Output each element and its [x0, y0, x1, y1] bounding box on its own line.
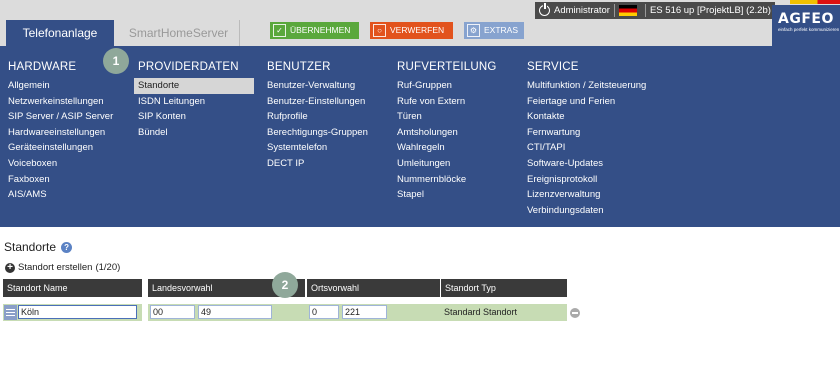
remove-row-icon[interactable] [570, 308, 580, 318]
agfeo-logo: AGFEO einfach perfekt kommunizieren [778, 11, 840, 39]
brand-stripe [790, 0, 840, 4]
discard-circle-icon: ○ [373, 24, 386, 37]
menu-item[interactable]: Bündel [138, 125, 254, 141]
extras-label: EXTRAS [484, 25, 519, 35]
main-menu: HARDWARE Allgemein Netzwerkeinstellungen… [0, 46, 840, 227]
discard-button[interactable]: ○ VERWERFEN [370, 22, 453, 39]
status-divider [613, 4, 615, 17]
top-header: Telefonanlage SmartHomeServer ✓ ÜBERNEHM… [0, 0, 840, 46]
discard-label: VERWERFEN [390, 25, 445, 35]
area-prefix-input[interactable] [309, 305, 339, 319]
menu-item[interactable]: Ruf-Gruppen [397, 78, 497, 94]
status-divider [644, 4, 646, 17]
menu-heading-benutzer: BENUTZER [267, 61, 331, 73]
logo-word: AGFEO [778, 11, 834, 27]
country-code-input[interactable] [198, 305, 272, 319]
menu-item[interactable]: Kontakte [527, 109, 646, 125]
user-name[interactable]: Administrator [554, 2, 610, 19]
menu-item[interactable]: Allgemein [8, 78, 113, 94]
help-icon[interactable]: ? [61, 241, 73, 253]
menu-item[interactable]: Umleitungen [397, 156, 497, 172]
apply-label: ÜBERNEHMEN [290, 25, 351, 35]
add-location-label: Standort erstellen [18, 262, 93, 273]
menu-item[interactable]: DECT IP [267, 156, 368, 172]
logo-claim: einfach perfekt kommunizieren [778, 27, 840, 32]
menu-heading-providerdaten: PROVIDERDATEN [138, 61, 239, 73]
menu-item[interactable]: ISDN Leitungen [138, 94, 254, 110]
german-flag-icon[interactable] [618, 5, 637, 16]
location-count: (1/20) [95, 262, 121, 273]
page-title-text: Standorte [4, 240, 57, 254]
callout-marker-2: 2 [272, 272, 298, 298]
plus-icon: + [5, 262, 15, 273]
country-prefix-input[interactable] [150, 305, 195, 319]
menu-item[interactable]: Software-Updates [527, 156, 646, 172]
menu-item[interactable]: CTI/TAPI [527, 140, 646, 156]
apply-button[interactable]: ✓ ÜBERNEHMEN [270, 22, 359, 39]
menu-item[interactable]: Benutzer-Einstellungen [267, 94, 368, 110]
gear-icon: ⚙ [467, 24, 480, 37]
drag-handle-icon[interactable] [4, 305, 17, 320]
menu-item[interactable]: AIS/AMS [8, 187, 113, 203]
menu-column-providerdaten: PROVIDERDATEN Standorte ISDN Leitungen S… [134, 60, 254, 141]
area-code-input[interactable] [342, 305, 387, 319]
menu-item[interactable]: Faxboxen [8, 172, 113, 188]
tab-telefonanlage[interactable]: Telefonanlage [6, 20, 114, 46]
status-bar: Administrator ES 516 up [ProjektLB] (2.2… [535, 2, 775, 19]
menu-item[interactable]: Fernwartung [527, 125, 646, 141]
menu-heading-service: SERVICE [527, 61, 579, 73]
menu-item[interactable]: Feiertage und Ferien [527, 94, 646, 110]
menu-item[interactable]: Nummernblöcke [397, 172, 497, 188]
menu-item[interactable]: Stapel [397, 187, 497, 203]
menu-item[interactable]: Benutzer-Verwaltung [267, 78, 368, 94]
menu-item[interactable]: SIP Konten [138, 109, 254, 125]
extras-button[interactable]: ⚙ EXTRAS [464, 22, 524, 39]
location-name-input[interactable] [18, 305, 137, 319]
column-header-area-code: Ortsvorwahl [307, 279, 440, 297]
menu-item[interactable]: Rufprofile [267, 109, 368, 125]
column-header-name: Standort Name [3, 279, 142, 297]
menu-heading-hardware: HARDWARE [8, 61, 77, 73]
page-title: Standorte ? [4, 240, 73, 254]
menu-column-service: SERVICE Multifunktion / Zeitsteuerung Fe… [527, 60, 646, 218]
menu-column-rufverteilung: RUFVERTEILUNG Ruf-Gruppen Rufe von Exter… [397, 60, 497, 203]
menu-column-benutzer: BENUTZER Benutzer-Verwaltung Benutzer-Ei… [267, 60, 368, 172]
menu-heading-rufverteilung: RUFVERTEILUNG [397, 61, 497, 73]
menu-item[interactable]: Verbindungsdaten [527, 203, 646, 219]
menu-item[interactable]: Amtsholungen [397, 125, 497, 141]
menu-item[interactable]: Multifunktion / Zeitsteuerung [527, 78, 646, 94]
tab-smarthomeserver[interactable]: SmartHomeServer [118, 20, 240, 46]
menu-item[interactable]: SIP Server / ASIP Server [8, 109, 113, 125]
menu-item[interactable]: Netzwerkeinstellungen [8, 94, 113, 110]
column-header-type: Standort Typ [441, 279, 567, 297]
menu-item[interactable]: Hardwareeinstellungen [8, 125, 113, 141]
location-type: Standard Standort [444, 307, 518, 317]
menu-item-selected[interactable]: Standorte [134, 78, 254, 94]
check-icon: ✓ [273, 24, 286, 37]
device-info: ES 516 up [ProjektLB] (2.2b) [649, 5, 771, 16]
menu-item[interactable]: Lizenzverwaltung [527, 187, 646, 203]
add-location-link[interactable]: + Standort erstellen (1/20) [5, 262, 120, 273]
menu-item[interactable]: Berechtigungs-Gruppen [267, 125, 368, 141]
power-icon[interactable] [539, 3, 550, 16]
menu-item[interactable]: Geräteeinstellungen [8, 140, 113, 156]
callout-marker-1: 1 [103, 48, 129, 74]
menu-item[interactable]: Wahlregeln [397, 140, 497, 156]
menu-item[interactable]: Systemtelefon [267, 140, 368, 156]
menu-item[interactable]: Voiceboxen [8, 156, 113, 172]
menu-item[interactable]: Türen [397, 109, 497, 125]
menu-item[interactable]: Rufe von Extern [397, 94, 497, 110]
menu-column-hardware: HARDWARE Allgemein Netzwerkeinstellungen… [8, 60, 113, 203]
menu-item[interactable]: Ereignisprotokoll [527, 172, 646, 188]
